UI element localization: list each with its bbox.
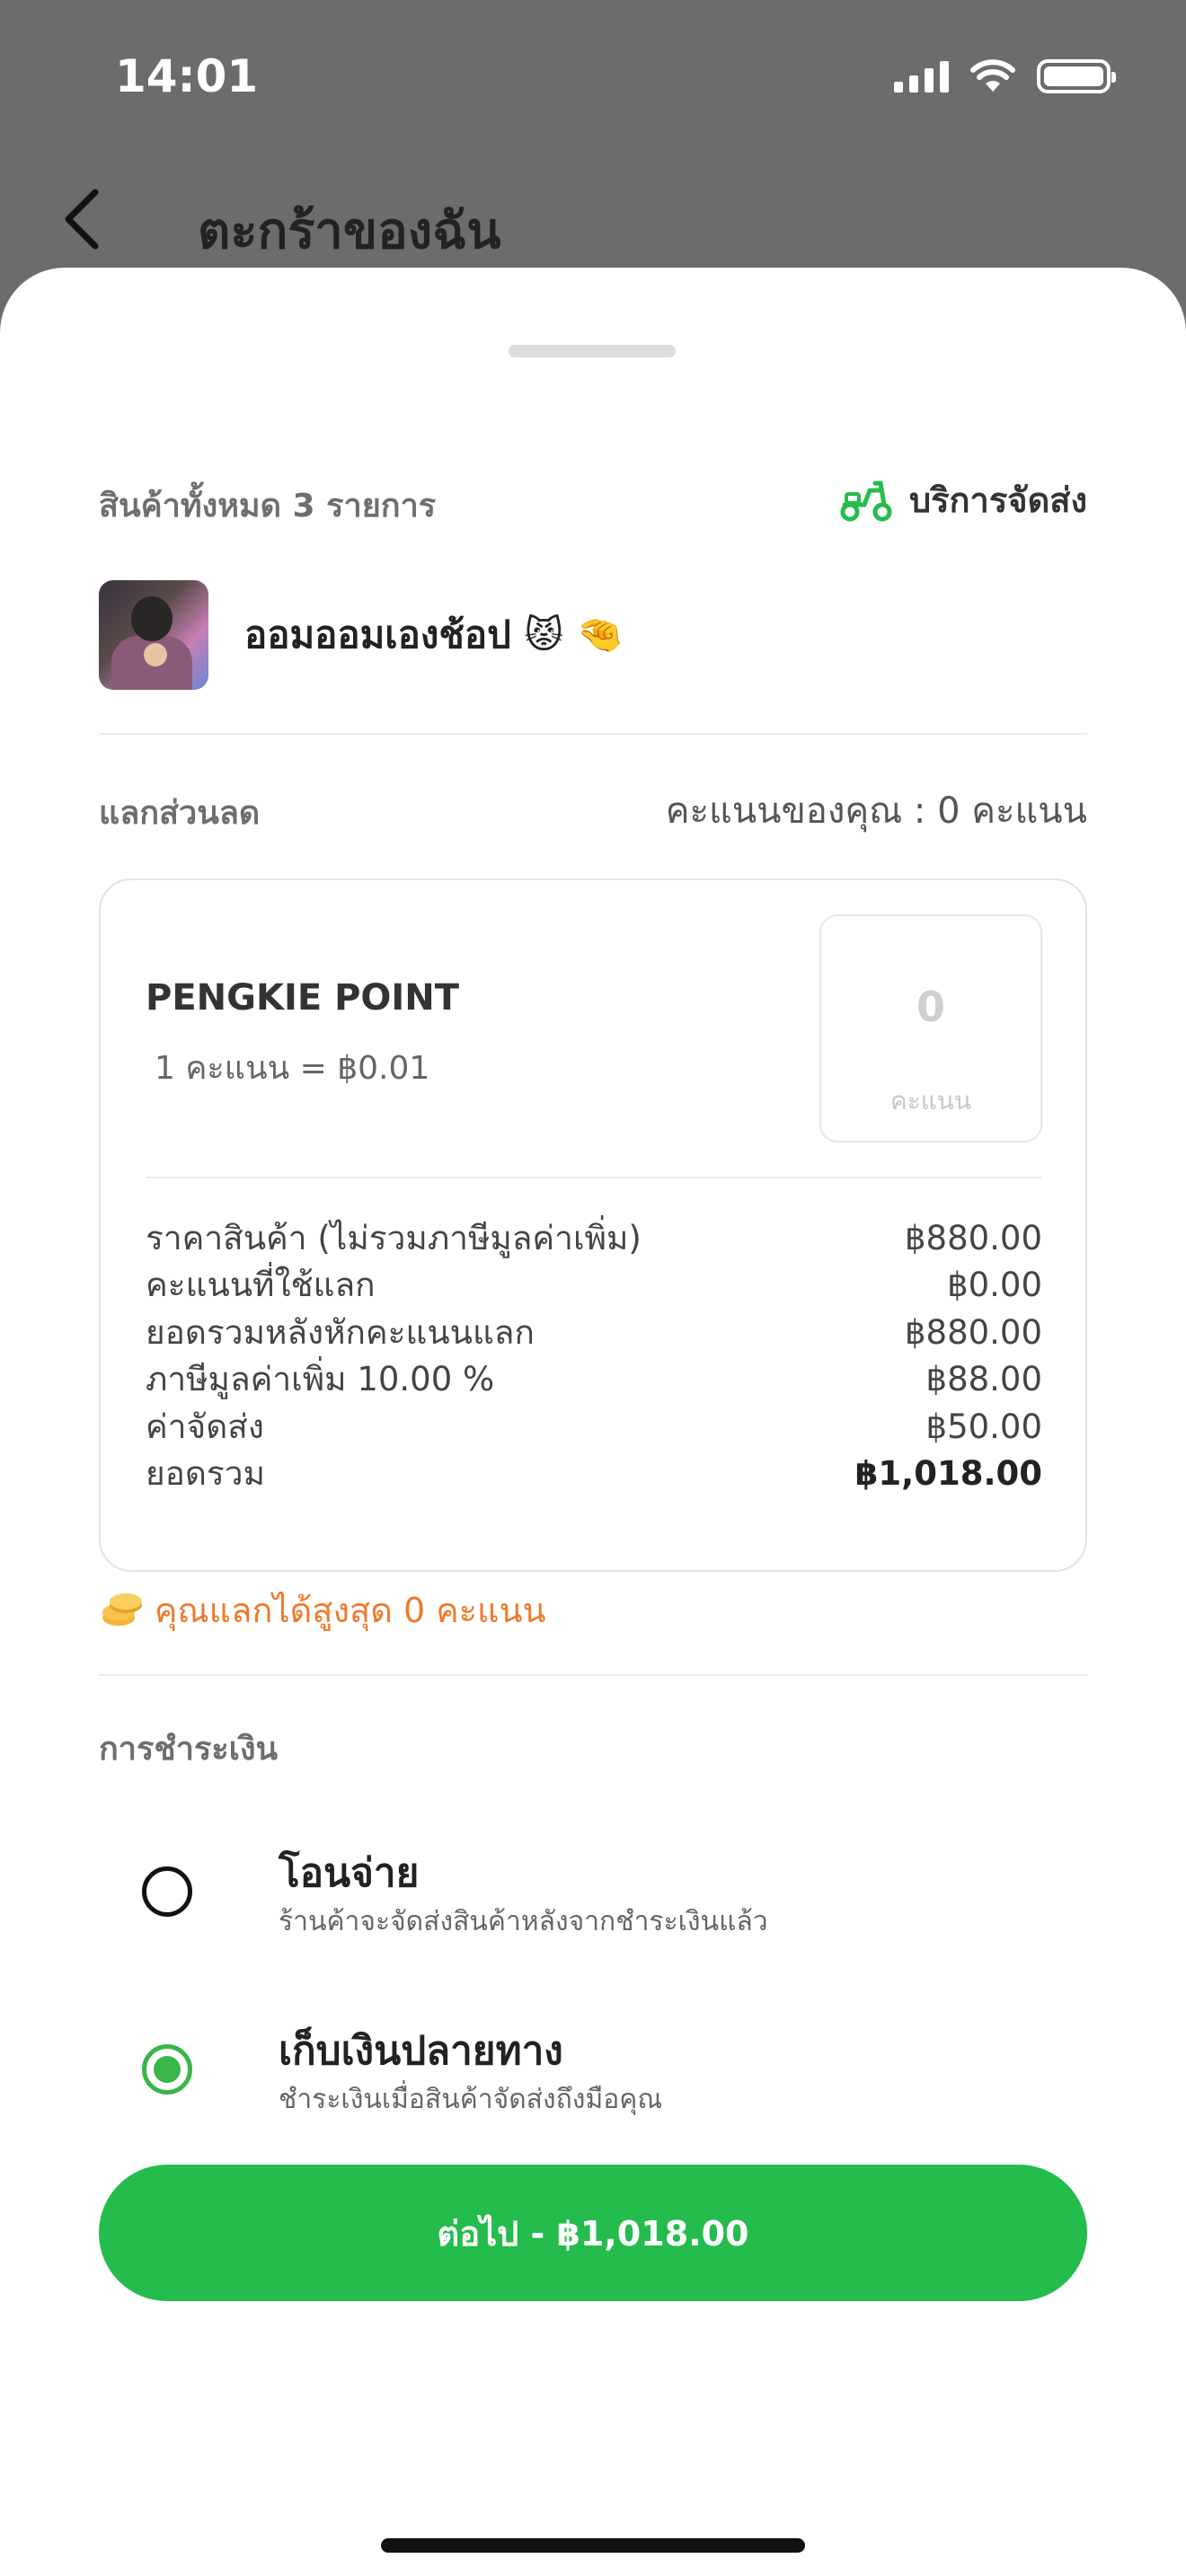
wifi-icon <box>970 59 1015 92</box>
page-title: ตะกร้าของฉัน <box>198 202 501 260</box>
summary-row: ภาษีมูลค่าเพิ่ม 10.00 % ฿88.00 <box>146 1356 1042 1404</box>
points-input-unit: คะแนน <box>890 1086 972 1116</box>
radio-button-selected[interactable] <box>142 2044 192 2095</box>
home-indicator[interactable] <box>381 2538 805 2553</box>
coins-icon <box>102 1592 142 1626</box>
summary-total-value: ฿1,018.00 <box>854 1454 1042 1494</box>
battery-icon <box>1037 59 1116 93</box>
summary-row: ค่าจัดส่ง ฿50.00 <box>146 1403 1042 1451</box>
summary-value: ฿50.00 <box>925 1407 1042 1446</box>
status-icons <box>894 59 1116 93</box>
scooter-icon <box>840 481 892 521</box>
summary-row: คะแนนที่ใช้แลก ฿0.00 <box>146 1262 1042 1310</box>
status-time: 14:01 <box>115 50 259 102</box>
cart-sheet: สินค้าทั้งหมด 3 รายการ บริการจัดส่ง ออมอ… <box>0 268 1186 2576</box>
delivery-label: บริการจัดส่ง <box>909 481 1087 520</box>
summary-label: คะแนนที่ใช้แลก <box>146 1266 376 1305</box>
redeem-title: แลกส่วนลด <box>99 795 261 832</box>
shop-name: ออมออมเองช้อป 😾 🤏 <box>244 613 624 657</box>
max-redeem-text: คุณแลกได้สูงสุด 0 คะแนน <box>155 1591 546 1630</box>
sheet-grabber[interactable] <box>509 345 676 357</box>
summary-row: ยอดรวมหลังหักคะแนนแลก ฿880.00 <box>146 1309 1042 1356</box>
summary-label: ราคาสินค้า (ไม่รวมภาษีมูลค่าเพิ่ม) <box>146 1218 642 1257</box>
chevron-left-icon <box>65 189 99 250</box>
summary-value: ฿880.00 <box>904 1218 1042 1257</box>
continue-button[interactable]: ต่อไป - ฿1,018.00 <box>99 2165 1087 2301</box>
delivery-service[interactable]: บริการจัดส่ง <box>837 472 1087 527</box>
summary-total-row: ยอดรวม ฿1,018.00 <box>146 1451 1042 1498</box>
price-summary: ราคาสินค้า (ไม่รวมภาษีมูลค่าเพิ่ม) ฿880.… <box>146 1214 1042 1497</box>
summary-value: ฿880.00 <box>904 1312 1042 1352</box>
card-divider <box>146 1177 1042 1178</box>
shop-avatar <box>99 580 208 690</box>
divider <box>99 1674 1087 1676</box>
shop-row[interactable]: ออมออมเองช้อป 😾 🤏 <box>99 580 624 690</box>
payment-option-cod[interactable]: เก็บเงินปลายทาง ชำระเงินเมื่อสินค้าจัดส่… <box>135 2019 1033 2136</box>
payment-option-label: โอนจ่าย <box>279 1850 420 1896</box>
my-points: คะแนนของคุณ : 0 คะแนน <box>665 790 1087 832</box>
payment-title: การชำระเงิน <box>99 1731 279 1768</box>
payment-option-transfer[interactable]: โอนจ่าย ร้านค้าจะจัดส่งสินค้าหลังจากชำระ… <box>135 1841 1033 1958</box>
summary-value: ฿0.00 <box>947 1266 1042 1305</box>
payment-option-label: เก็บเงินปลายทาง <box>279 2028 563 2074</box>
points-program-name: PENGKIE POINT <box>146 977 460 1019</box>
points-card: PENGKIE POINT 1 คะแนน = ฿0.01 0 คะแนน รา… <box>99 878 1087 1572</box>
summary-label: ยอดรวมหลังหักคะแนนแลก <box>146 1312 535 1352</box>
summary-label: ค่าจัดส่ง <box>146 1407 264 1446</box>
max-redeem-note: คุณแลกได้สูงสุด 0 คะแนน <box>99 1583 545 1637</box>
payment-option-description: ร้านค้าจะจัดส่งสินค้าหลังจากชำระเงินแล้ว <box>279 1906 768 1937</box>
summary-label: ภาษีมูลค่าเพิ่ม 10.00 % <box>146 1360 495 1399</box>
divider <box>99 733 1087 735</box>
points-rate: 1 คะแนน = ฿0.01 <box>155 1050 430 1087</box>
points-input[interactable]: 0 คะแนน <box>819 914 1042 1142</box>
radio-button[interactable] <box>142 1866 192 1917</box>
payment-option-description: ชำระเงินเมื่อสินค้าจัดส่งถึงมือคุณ <box>279 2084 663 2115</box>
summary-value: ฿88.00 <box>925 1360 1042 1399</box>
points-input-value: 0 <box>916 983 945 1031</box>
summary-row: ราคาสินค้า (ไม่รวมภาษีมูลค่าเพิ่ม) ฿880.… <box>146 1214 1042 1262</box>
back-button[interactable] <box>56 185 110 253</box>
cellular-signal-icon <box>894 60 949 93</box>
summary-total-label: ยอดรวม <box>146 1454 265 1494</box>
item-count: สินค้าทั้งหมด 3 รายการ <box>99 488 437 525</box>
